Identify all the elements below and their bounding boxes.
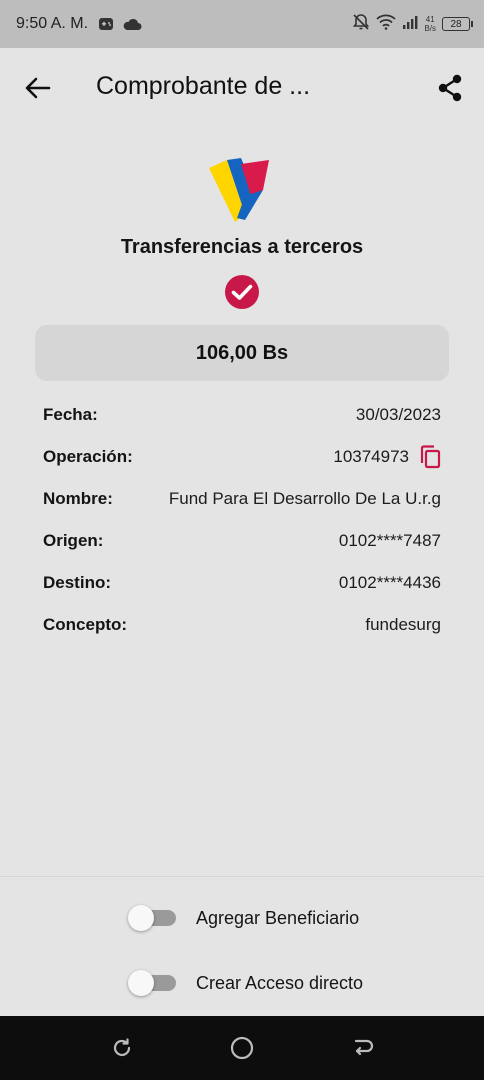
detail-value-text: 10374973 bbox=[333, 447, 409, 466]
toggle-thumb bbox=[128, 970, 154, 996]
check-circle-icon bbox=[225, 275, 259, 309]
toggle-thumb bbox=[128, 905, 154, 931]
share-button[interactable] bbox=[430, 68, 470, 108]
wifi-icon bbox=[376, 14, 397, 35]
detail-value: Fund Para El Desarrollo De La U.r.g bbox=[169, 489, 441, 509]
network-speed-unit: B/s bbox=[424, 24, 436, 33]
arrow-left-icon bbox=[25, 77, 51, 99]
transfer-type-title: Transferencias a terceros bbox=[120, 236, 364, 258]
detail-label: Operación: bbox=[43, 447, 133, 466]
detail-row-operacion: Operación: 10374973 bbox=[43, 436, 441, 478]
detail-value: 0102****4436 bbox=[339, 573, 441, 593]
option-agregar-beneficiario: Agregar Beneficiario bbox=[128, 902, 359, 934]
back-nav-icon bbox=[354, 1039, 374, 1056]
toggle-label: Crear Acceso directo bbox=[196, 972, 364, 993]
detail-label: Fecha: bbox=[43, 405, 98, 424]
detail-value: 10374973 bbox=[333, 445, 441, 469]
detail-row-nombre: Nombre: Fund Para El Desarrollo De La U.… bbox=[43, 478, 441, 520]
detail-value: fundesurg bbox=[365, 615, 441, 635]
recent-apps-button[interactable] bbox=[108, 1034, 136, 1062]
status-time: 9:50 A. M. bbox=[16, 15, 89, 32]
detail-row-destino: Destino: 0102****4436 bbox=[43, 562, 441, 604]
home-circle-icon bbox=[230, 1036, 254, 1060]
detail-value-text: Fund Para El Desarrollo De La U.r.g bbox=[168, 489, 441, 508]
mute-bell-icon bbox=[352, 13, 370, 36]
copy-icon[interactable] bbox=[419, 445, 441, 469]
detail-value: 0102****7487 bbox=[339, 531, 441, 551]
agregar-beneficiario-toggle[interactable] bbox=[128, 905, 178, 931]
toggle-label: Agregar Beneficiario bbox=[196, 907, 360, 928]
signal-icon bbox=[402, 15, 418, 34]
detail-value-text: fundesurg bbox=[365, 615, 441, 634]
share-icon bbox=[438, 74, 462, 102]
status-indicators: 41 B/s 28 bbox=[352, 13, 473, 36]
option-crear-acceso-directo: Crear Acceso directo bbox=[128, 967, 363, 999]
status-bar: 9:50 A. M. 41 B/s 28 bbox=[0, 0, 484, 48]
page-title: Comprobante de ... bbox=[96, 72, 311, 100]
detail-label: Nombre: bbox=[43, 489, 113, 508]
detail-value-text: 0102****7487 bbox=[338, 531, 441, 550]
crear-acceso-directo-toggle[interactable] bbox=[128, 970, 178, 996]
battery-indicator: 28 bbox=[442, 17, 473, 31]
divider bbox=[0, 876, 484, 877]
detail-label: Origen: bbox=[43, 531, 104, 550]
detail-row-fecha: Fecha: 30/03/2023 bbox=[43, 394, 441, 436]
detail-row-origen: Origen: 0102****7487 bbox=[43, 520, 441, 562]
battery-level: 28 bbox=[450, 18, 462, 30]
back-nav-button[interactable] bbox=[350, 1034, 378, 1062]
app-bar: Comprobante de ... bbox=[0, 48, 484, 128]
recent-apps-icon bbox=[113, 1038, 131, 1057]
bank-logo bbox=[209, 158, 269, 222]
detail-value: 30/03/2023 bbox=[356, 405, 441, 425]
system-navigation-bar bbox=[0, 1016, 484, 1080]
gamepad-icon bbox=[98, 16, 114, 32]
detail-value-text: 30/03/2023 bbox=[355, 405, 441, 424]
detail-label: Concepto: bbox=[43, 615, 128, 634]
cloud-icon bbox=[122, 17, 142, 31]
network-speed: 41 B/s bbox=[424, 15, 436, 33]
detail-row-concepto: Concepto: fundesurg bbox=[43, 604, 441, 646]
amount-value: 106,00 Bs bbox=[195, 341, 289, 364]
home-button[interactable] bbox=[228, 1034, 256, 1062]
back-button[interactable] bbox=[20, 70, 56, 106]
detail-value-text: 0102****4436 bbox=[338, 573, 441, 592]
network-speed-value: 41 bbox=[425, 15, 435, 24]
transaction-details: Fecha: 30/03/2023 Operación: 10374973 No… bbox=[43, 394, 441, 646]
amount-box: 106,00 Bs bbox=[35, 325, 449, 381]
detail-label: Destino: bbox=[43, 573, 111, 592]
